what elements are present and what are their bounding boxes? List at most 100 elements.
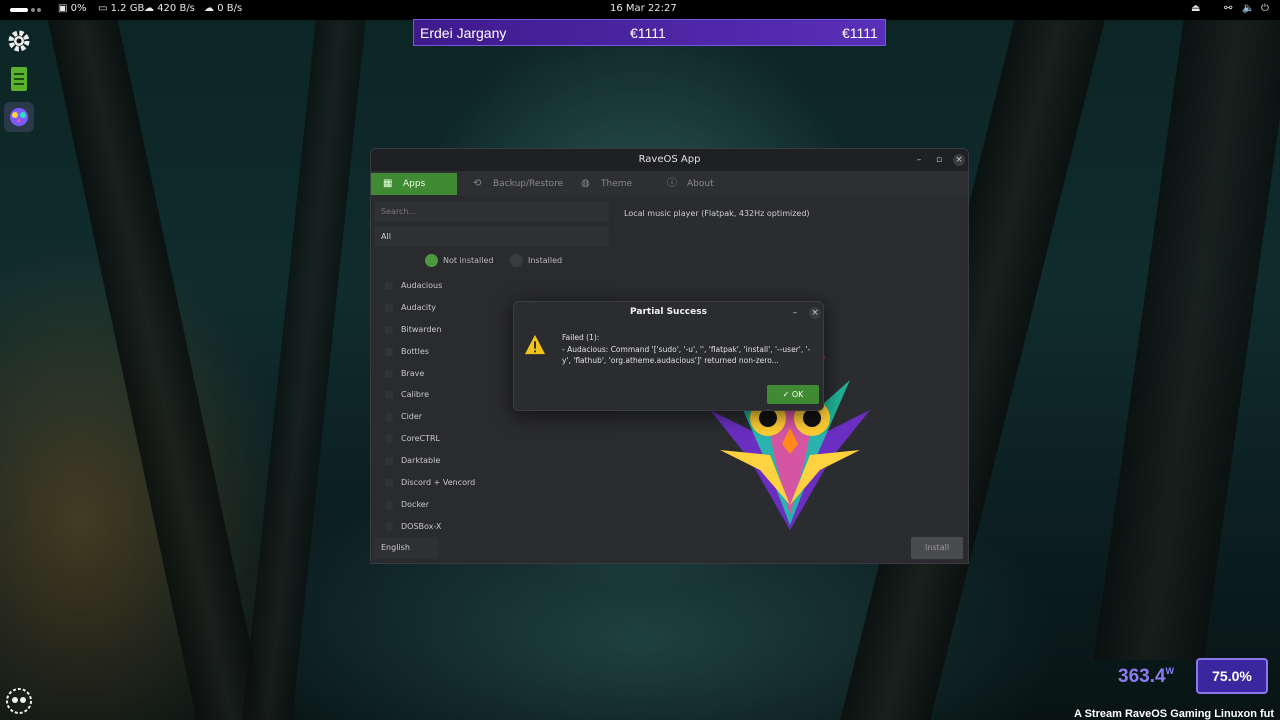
radio-unselected-icon	[510, 254, 523, 267]
banner-value: €1111	[630, 25, 666, 41]
network-icon[interactable]: ⚯	[1224, 3, 1232, 14]
check-icon: ✓	[782, 390, 790, 399]
cpu-icon: ▣	[58, 3, 68, 14]
ram-value: 1.2 GB	[110, 3, 145, 14]
radio-not-installed[interactable]: Not installed	[425, 254, 494, 267]
download-value: 420 B/s	[157, 3, 195, 14]
tab-label: About	[687, 179, 714, 189]
app-name: DOSBox-X	[401, 521, 442, 531]
dialog-message: - Audacious: Command '['sudo', '-u', '',…	[562, 345, 811, 365]
app-name: Cider	[401, 412, 423, 422]
battery-readout: 75.0%	[1196, 658, 1268, 694]
checkbox[interactable]	[385, 303, 393, 312]
checkbox[interactable]	[385, 325, 393, 334]
app-name: Bottles	[401, 346, 429, 356]
app-name: Bitwarden	[401, 324, 442, 334]
tab-label: Apps	[403, 179, 426, 189]
top-panel: ▣ 0% ▭ 1.2 GB ☁ 420 B/s ☁ 0 B/s 16 Mar 2…	[0, 0, 1280, 20]
radio-label: Not installed	[443, 256, 494, 265]
list-item[interactable]: Audacious	[381, 275, 606, 297]
app-name: Brave	[401, 368, 425, 378]
ok-button[interactable]: ✓ OK	[767, 385, 819, 404]
background-tree	[43, 0, 267, 720]
banner-value: €1111	[842, 25, 878, 41]
workspace-indicator[interactable]	[10, 8, 28, 12]
radio-selected-icon	[425, 254, 438, 267]
power-draw-readout: 363.4W	[1118, 666, 1174, 688]
warning-icon	[524, 334, 546, 355]
checkbox[interactable]	[385, 522, 393, 531]
stream-ticker: A Stream RaveOS Gaming Linuxon fut	[1074, 708, 1275, 720]
banner-name: Erdei Jargany	[420, 25, 507, 41]
checkbox[interactable]	[385, 479, 393, 488]
raveos-app-icon[interactable]	[4, 102, 34, 132]
raveos-logo-icon	[6, 688, 32, 714]
tab-apps[interactable]: ▦ Apps	[371, 173, 457, 195]
checkbox[interactable]	[385, 347, 393, 356]
history-icon: ⟲	[473, 178, 482, 189]
ram-indicator[interactable]: ▭ 1.2 GB	[98, 3, 144, 14]
tab-theme[interactable]: ◍ Theme	[569, 173, 649, 195]
watts-value: 363.4	[1118, 666, 1166, 687]
memory-icon: ▭	[98, 3, 108, 14]
category-filter[interactable]: All	[374, 227, 609, 247]
tab-about[interactable]: ⓘ About	[655, 173, 735, 195]
cloud-upload-icon: ☁	[204, 3, 214, 14]
minimize-icon[interactable]: –	[913, 154, 925, 166]
notes-app-icon[interactable]	[4, 64, 34, 94]
close-icon[interactable]: ×	[953, 154, 965, 166]
cloud-download-icon: ☁	[144, 3, 154, 14]
stream-banner: Erdei Jargany €1111 €1111	[413, 19, 886, 46]
list-item[interactable]: Darktable	[381, 450, 606, 472]
grid-icon: ▦	[383, 178, 393, 189]
app-name: Docker	[401, 499, 430, 509]
ok-label: OK	[791, 390, 804, 399]
app-description: Local music player (Flatpak, 432Hz optim…	[624, 209, 810, 218]
tab-label: Backup/Restore	[493, 179, 564, 189]
window-titlebar[interactable]: RaveOS App – ▫ ×	[371, 149, 968, 171]
radio-installed[interactable]: Installed	[510, 254, 563, 267]
list-item[interactable]: Discord + Vencord	[381, 472, 606, 494]
app-name: Audacity	[401, 302, 437, 312]
power-icon[interactable]: ⏻	[1261, 3, 1269, 14]
minimize-icon[interactable]: –	[789, 307, 801, 319]
close-icon[interactable]: ×	[809, 307, 821, 319]
checkbox[interactable]	[385, 413, 393, 422]
tab-backup-restore[interactable]: ⟲ Backup/Restore	[461, 173, 564, 195]
cpu-indicator[interactable]: ▣ 0%	[58, 3, 87, 14]
checkbox[interactable]	[385, 282, 393, 290]
checkbox[interactable]	[385, 391, 393, 400]
eject-icon[interactable]: ⏏	[1191, 3, 1200, 14]
app-name: CoreCTRL	[401, 434, 441, 444]
workspace-dot[interactable]	[31, 8, 35, 12]
watts-unit: W	[1165, 666, 1175, 676]
app-name: Darktable	[401, 456, 441, 466]
cpu-value: 0%	[70, 3, 87, 14]
app-name: Audacious	[401, 281, 443, 290]
settings-icon[interactable]	[4, 26, 34, 56]
search-input[interactable]	[374, 201, 609, 221]
maximize-icon[interactable]: ▫	[933, 154, 945, 166]
radio-label: Installed	[528, 256, 563, 265]
checkbox[interactable]	[385, 435, 393, 444]
dialog-heading: Failed (1):	[562, 333, 600, 342]
app-name: Calibre	[401, 390, 430, 400]
download-indicator[interactable]: ☁ 420 B/s	[144, 3, 195, 14]
volume-icon[interactable]: 🔈	[1242, 3, 1254, 14]
language-select[interactable]: English	[374, 537, 438, 559]
window-title: RaveOS App	[638, 154, 701, 165]
workspace-dot[interactable]	[37, 8, 41, 12]
clock[interactable]: 16 Mar 22:27	[610, 3, 677, 14]
checkbox[interactable]	[385, 500, 393, 509]
palette-icon: ◍	[581, 178, 590, 189]
list-item[interactable]: Docker	[381, 494, 606, 516]
background-tree	[242, 0, 368, 720]
tab-bar: ▦ Apps ⟲ Backup/Restore ◍ Theme ⓘ About	[371, 171, 968, 195]
upload-indicator[interactable]: ☁ 0 B/s	[204, 3, 242, 14]
list-item[interactable]: CoreCTRL	[381, 428, 606, 450]
list-item[interactable]: DOSBox-X	[381, 516, 606, 538]
tab-label: Theme	[601, 179, 633, 189]
checkbox[interactable]	[385, 457, 393, 466]
install-button[interactable]: Install	[911, 537, 963, 559]
checkbox[interactable]	[385, 369, 393, 378]
